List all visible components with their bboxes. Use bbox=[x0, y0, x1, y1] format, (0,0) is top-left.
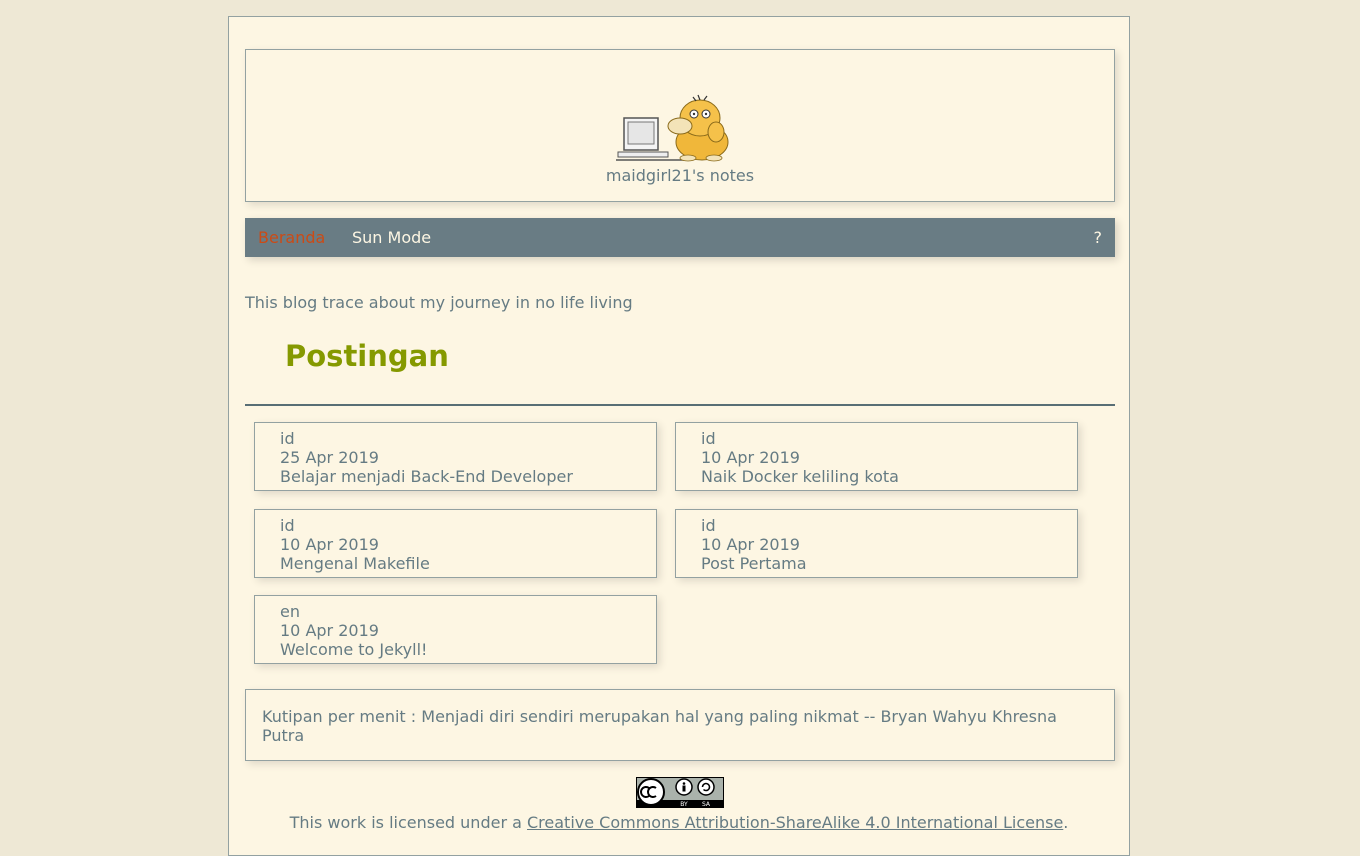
post-date: 10 Apr 2019 bbox=[701, 448, 800, 467]
divider bbox=[245, 404, 1115, 406]
license-prefix: This work is licensed under a bbox=[289, 813, 527, 832]
nav-home-link[interactable]: Beranda bbox=[258, 228, 325, 247]
post-date: 25 Apr 2019 bbox=[280, 448, 379, 467]
site-header: maidgirl21's notes bbox=[245, 49, 1115, 202]
post-card[interactable]: id 10 Apr 2019 Naik Docker keliling kota bbox=[675, 422, 1078, 491]
license-link[interactable]: Creative Commons Attribution-ShareAlike … bbox=[527, 813, 1063, 832]
license-suffix: . bbox=[1063, 813, 1069, 832]
post-date: 10 Apr 2019 bbox=[701, 535, 800, 554]
post-lang: id bbox=[701, 516, 716, 535]
page-container: maidgirl21's notes Beranda Sun Mode ? Th… bbox=[228, 16, 1130, 856]
post-title[interactable]: Mengenal Makefile bbox=[280, 554, 656, 573]
post-title[interactable]: Welcome to Jekyll! bbox=[280, 640, 656, 659]
site-title[interactable]: maidgirl21's notes bbox=[246, 166, 1114, 185]
psyduck-computer-logo bbox=[616, 94, 729, 162]
post-card[interactable]: en 10 Apr 2019 Welcome to Jekyll! bbox=[254, 595, 657, 664]
post-card[interactable]: id 25 Apr 2019 Belajar menjadi Back-End … bbox=[254, 422, 657, 491]
help-link[interactable]: ? bbox=[1094, 228, 1103, 247]
post-lang: id bbox=[280, 516, 295, 535]
quote-box: Kutipan per menit : Menjadi diri sendiri… bbox=[245, 689, 1115, 761]
cc-by-sa-badge-icon[interactable]: BY SA bbox=[636, 777, 724, 808]
nav-bar: Beranda Sun Mode ? bbox=[245, 218, 1115, 257]
cc-by-text: BY bbox=[680, 801, 688, 808]
post-lang: en bbox=[280, 602, 300, 621]
post-card[interactable]: id 10 Apr 2019 Mengenal Makefile bbox=[254, 509, 657, 578]
post-date: 10 Apr 2019 bbox=[280, 621, 379, 640]
post-card[interactable]: id 10 Apr 2019 Post Pertama bbox=[675, 509, 1078, 578]
post-title[interactable]: Naik Docker keliling kota bbox=[701, 467, 1077, 486]
license-line: This work is licensed under a Creative C… bbox=[229, 813, 1129, 832]
post-lang: id bbox=[701, 429, 716, 448]
post-title[interactable]: Post Pertama bbox=[701, 554, 1077, 573]
site-tagline: This blog trace about my journey in no l… bbox=[245, 293, 633, 312]
post-lang: id bbox=[280, 429, 295, 448]
sun-mode-toggle[interactable]: Sun Mode bbox=[352, 228, 431, 247]
cc-sa-text: SA bbox=[702, 801, 711, 808]
post-title[interactable]: Belajar menjadi Back-End Developer bbox=[280, 467, 656, 486]
posts-heading: Postingan bbox=[285, 339, 449, 373]
post-date: 10 Apr 2019 bbox=[280, 535, 379, 554]
